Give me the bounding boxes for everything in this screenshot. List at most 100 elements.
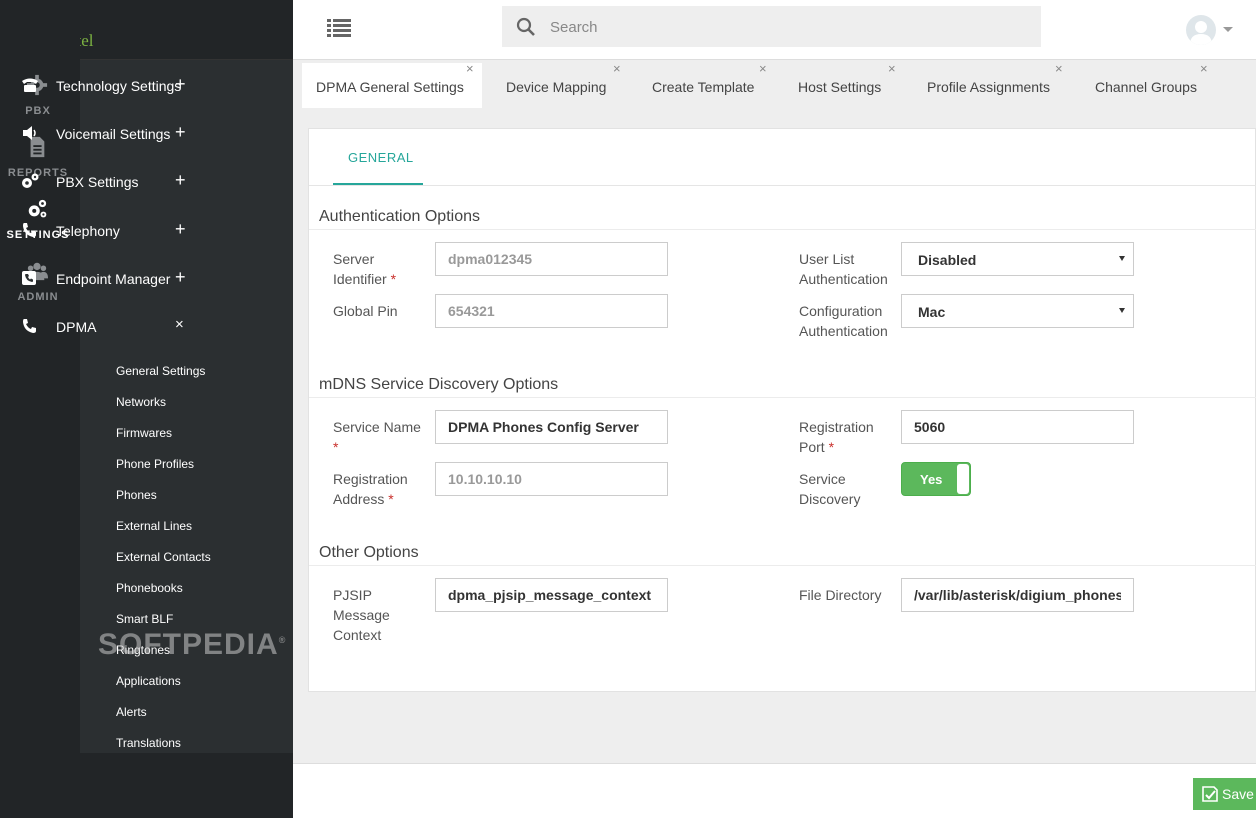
save-button[interactable]: Save bbox=[1193, 778, 1256, 810]
close-icon[interactable]: × bbox=[759, 61, 767, 76]
tab-label: DPMA General Settings bbox=[316, 79, 464, 95]
nav-label: Technology Settings bbox=[56, 78, 182, 94]
search-input[interactable] bbox=[550, 16, 1020, 38]
subnav-external-contacts[interactable]: External Contacts bbox=[116, 550, 211, 564]
divider bbox=[309, 397, 1256, 398]
nav-label: Voicemail Settings bbox=[56, 126, 171, 142]
subnav-general-settings[interactable]: General Settings bbox=[116, 364, 205, 378]
gears-icon bbox=[22, 173, 39, 188]
registration-address-label: Registration Address * bbox=[333, 471, 408, 507]
tab-label: Profile Assignments bbox=[927, 79, 1050, 95]
expand-icon[interactable]: + bbox=[175, 219, 186, 240]
close-icon[interactable]: × bbox=[613, 61, 621, 76]
phone-icon bbox=[22, 78, 38, 92]
pjsip-context-field[interactable] bbox=[435, 578, 668, 612]
collapse-icon[interactable]: × bbox=[175, 316, 184, 333]
nav-label: Telephony bbox=[56, 223, 120, 239]
file-directory-field[interactable] bbox=[901, 578, 1134, 612]
tab-channel-groups[interactable]: Channel Groups × bbox=[1081, 61, 1216, 108]
handset-icon bbox=[23, 319, 36, 333]
close-icon[interactable]: × bbox=[888, 61, 896, 76]
subnav-translations[interactable]: Translations bbox=[116, 736, 181, 750]
section-title-mdns: mDNS Service Discovery Options bbox=[319, 376, 559, 393]
nav-item-voicemail-settings[interactable]: Voicemail Settings + bbox=[0, 110, 213, 156]
nav-item-telephony[interactable]: Telephony + bbox=[0, 207, 213, 253]
tab-label: Host Settings bbox=[798, 79, 882, 95]
close-icon[interactable]: × bbox=[466, 61, 474, 76]
speaker-icon bbox=[23, 126, 36, 140]
subnav-networks[interactable]: Networks bbox=[116, 395, 166, 409]
subnav-external-lines[interactable]: External Lines bbox=[116, 519, 192, 533]
subnav-smart-blf[interactable]: Smart BLF bbox=[116, 612, 173, 626]
section-title-authentication: Authentication Options bbox=[319, 208, 480, 225]
nav-item-endpoint-manager[interactable]: Endpoint Manager + bbox=[0, 255, 213, 301]
tab-device-mapping[interactable]: Device Mapping × bbox=[492, 61, 627, 108]
pjsip-context-label: PJSIP Message Context bbox=[333, 587, 390, 643]
registration-address-field[interactable] bbox=[435, 462, 668, 496]
tab-label: Channel Groups bbox=[1095, 79, 1197, 95]
tab-profile-assignments[interactable]: Profile Assignments × bbox=[913, 61, 1069, 108]
global-pin-label: Global Pin bbox=[333, 303, 398, 319]
subnav-phone-profiles[interactable]: Phone Profiles bbox=[116, 457, 194, 471]
expand-icon[interactable]: + bbox=[175, 267, 186, 288]
registration-port-field[interactable] bbox=[901, 410, 1134, 444]
expand-icon[interactable]: + bbox=[175, 170, 186, 191]
service-discovery-label: Service Discovery bbox=[799, 471, 861, 507]
watermark: SOFTPEDIA® bbox=[98, 628, 286, 662]
avatar[interactable] bbox=[1186, 15, 1216, 45]
subnav-applications[interactable]: Applications bbox=[116, 674, 181, 688]
divider bbox=[309, 565, 1256, 566]
divider bbox=[309, 185, 1256, 186]
tab-dpma-general-settings[interactable]: DPMA General Settings × bbox=[302, 61, 482, 108]
caret-down-icon bbox=[1119, 256, 1125, 261]
nav-label: DPMA bbox=[56, 319, 97, 335]
close-icon[interactable]: × bbox=[1200, 61, 1208, 76]
subtab-label: GENERAL bbox=[348, 150, 414, 165]
service-name-label: Service Name * bbox=[333, 419, 421, 455]
chevron-down-icon[interactable] bbox=[1223, 27, 1233, 32]
toggle-value: Yes bbox=[920, 472, 943, 487]
required-marker: * bbox=[388, 491, 394, 507]
tab-label: Create Template bbox=[652, 79, 755, 95]
required-marker: * bbox=[828, 439, 835, 455]
nav-item-pbx-settings[interactable]: PBX Settings + bbox=[0, 158, 213, 204]
save-icon bbox=[1202, 786, 1218, 802]
user-list-auth-select[interactable]: Disabled bbox=[901, 242, 1134, 276]
expand-icon[interactable]: + bbox=[175, 74, 186, 95]
server-identifier-field[interactable] bbox=[435, 242, 668, 276]
list-menu-icon[interactable] bbox=[327, 18, 351, 38]
global-pin-field[interactable] bbox=[435, 294, 668, 328]
nav-label: Endpoint Manager bbox=[56, 271, 171, 287]
file-directory-label: File Directory bbox=[799, 587, 882, 603]
user-list-auth-label: User List Authentication bbox=[799, 251, 888, 287]
toggle-knob bbox=[957, 464, 969, 494]
service-name-field[interactable] bbox=[435, 410, 668, 444]
search-icon bbox=[516, 17, 535, 36]
subnav-alerts[interactable]: Alerts bbox=[116, 705, 147, 719]
subnav-phones[interactable]: Phones bbox=[116, 488, 157, 502]
save-label: Save bbox=[1222, 786, 1254, 802]
phone-square-icon bbox=[22, 271, 36, 285]
handset-icon bbox=[23, 223, 36, 237]
section-title-other: Other Options bbox=[319, 544, 419, 561]
tab-create-template[interactable]: Create Template × bbox=[638, 61, 773, 108]
subnav-phonebooks[interactable]: Phonebooks bbox=[116, 581, 183, 595]
expand-icon[interactable]: + bbox=[175, 122, 186, 143]
config-auth-select[interactable]: Mac bbox=[901, 294, 1134, 328]
caret-down-icon bbox=[1119, 308, 1125, 313]
service-discovery-toggle[interactable]: Yes bbox=[901, 462, 971, 496]
subnav-firmwares[interactable]: Firmwares bbox=[116, 426, 172, 440]
nav-item-technology-settings[interactable]: Technology Settings + bbox=[0, 62, 213, 108]
watermark-text: SOFTPEDIA bbox=[98, 628, 279, 661]
nav-footer bbox=[80, 753, 293, 818]
required-marker: * bbox=[390, 271, 397, 287]
nav-label: PBX Settings bbox=[56, 174, 139, 190]
subtab-general[interactable]: GENERAL bbox=[333, 129, 423, 185]
nav-item-dpma[interactable]: DPMA × bbox=[0, 303, 213, 349]
select-value: Mac bbox=[918, 304, 946, 320]
required-marker: * bbox=[333, 439, 339, 455]
select-value: Disabled bbox=[918, 252, 977, 268]
tab-host-settings[interactable]: Host Settings × bbox=[784, 61, 902, 108]
close-icon[interactable]: × bbox=[1055, 61, 1063, 76]
user-avatar-icon bbox=[1190, 21, 1212, 45]
